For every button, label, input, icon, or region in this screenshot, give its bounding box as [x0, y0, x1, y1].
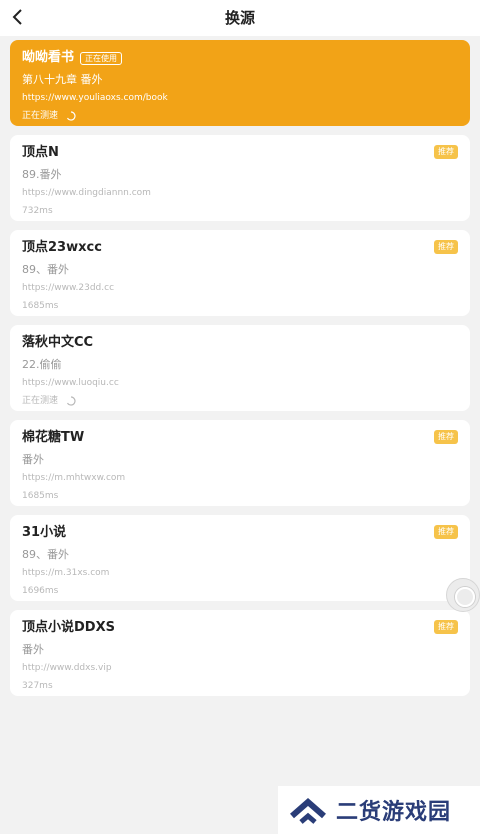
source-url: https://m.mhtwxw.com [22, 473, 126, 483]
source-name: 棉花糖TW [22, 430, 85, 445]
source-item[interactable]: 31小说 推荐 89、番外 https://m.31xs.com 1696ms [10, 515, 470, 601]
recommend-badge: 推荐 [434, 525, 458, 539]
source-url: https://www.23dd.cc [22, 283, 115, 293]
loading-spinner-icon [66, 396, 76, 406]
source-item[interactable]: 棉花糖TW 推荐 番外 https://m.mhtwxw.com 1685ms [10, 420, 470, 506]
in-use-badge: 正在使用 [80, 51, 123, 65]
source-url: https://www.luoqiu.cc [22, 378, 119, 388]
top-bar: 换源 [0, 0, 480, 36]
loading-spinner-icon [66, 111, 76, 121]
source-chapter: 22.偷偷 [22, 358, 62, 371]
source-speed: 1685ms [22, 301, 59, 311]
source-chapter: 番外 [22, 643, 44, 656]
source-name: 31小说 [22, 525, 67, 540]
source-speed: 正在测速 [22, 111, 59, 121]
source-url: https://m.31xs.com [22, 568, 110, 578]
source-chapter: 89、番外 [22, 263, 69, 276]
source-speed: 732ms [22, 206, 53, 216]
recommend-badge: 推荐 [434, 430, 458, 444]
source-url: https://www.dingdiannn.com [22, 188, 151, 198]
source-item[interactable]: 落秋中文CC 22.偷偷 https://www.luoqiu.cc 正在测速 [10, 325, 470, 411]
source-list: 呦呦看书 正在使用 第八十九章 番外 https://www.youliaoxs… [10, 40, 470, 705]
source-speed: 1696ms [22, 586, 59, 596]
source-chapter: 89、番外 [22, 548, 69, 561]
source-item[interactable]: 顶点N 推荐 89.番外 https://www.dingdiannn.com … [10, 135, 470, 221]
source-name: 顶点小说DDXS [22, 620, 115, 635]
source-name: 呦呦看书 [22, 50, 75, 65]
page-title: 换源 [224, 9, 255, 27]
source-item[interactable]: 顶点小说DDXS 推荐 番外 http://www.ddxs.vip 327ms [10, 610, 470, 696]
source-speed: 327ms [22, 681, 53, 691]
recommend-badge: 推荐 [434, 240, 458, 254]
source-name: 顶点23wxcc [22, 240, 102, 255]
source-name: 顶点N [22, 145, 59, 160]
source-item[interactable]: 顶点23wxcc 推荐 89、番外 https://www.23dd.cc 16… [10, 230, 470, 316]
recommend-badge: 推荐 [434, 145, 458, 159]
chevron-logo-icon [290, 798, 326, 824]
source-name: 落秋中文CC [22, 335, 94, 350]
source-speed: 1685ms [22, 491, 59, 501]
source-url: http://www.ddxs.vip [22, 663, 112, 673]
recommend-badge: 推荐 [434, 620, 458, 634]
watermark-text: 二货游戏园 [336, 800, 452, 825]
watermark: 二货游戏园 [278, 786, 480, 834]
source-speed: 正在测速 [22, 396, 59, 406]
source-chapter: 89.番外 [22, 168, 62, 181]
source-url: https://www.youliaoxs.com/book [22, 93, 168, 103]
floating-assistive-button[interactable] [446, 578, 480, 612]
source-chapter: 第八十九章 番外 [22, 73, 103, 86]
source-item-current[interactable]: 呦呦看书 正在使用 第八十九章 番外 https://www.youliaoxs… [10, 40, 470, 126]
source-chapter: 番外 [22, 453, 44, 466]
